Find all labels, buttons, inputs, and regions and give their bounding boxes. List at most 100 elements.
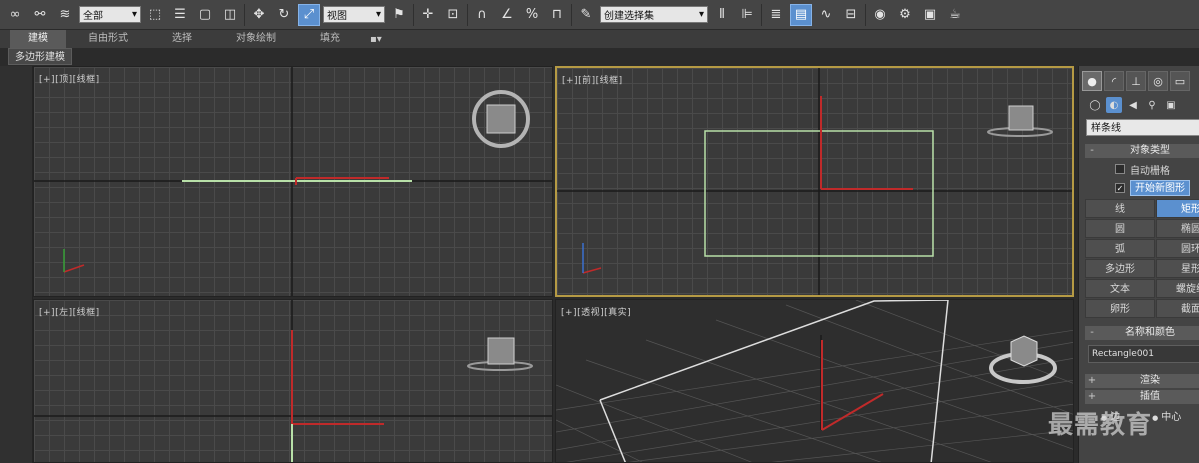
shape-category-dropdown[interactable]: 样条线 <box>1086 119 1199 136</box>
rect-selection-region-icon[interactable]: ▢ <box>194 4 216 26</box>
create-tab-icon[interactable]: ● <box>1082 71 1102 91</box>
render-setup-icon[interactable]: ⚙ <box>894 4 916 26</box>
rollout-title: 渲染 <box>1140 375 1160 386</box>
shape-button-arc[interactable]: 弧 <box>1085 239 1155 258</box>
scale-icon[interactable]: ⤢ <box>298 3 320 26</box>
select-by-name-icon[interactable]: ☰ <box>169 4 191 26</box>
named-selection-dropdown[interactable]: 创建选择集 ▾ <box>600 6 708 23</box>
select-manipulate-icon[interactable]: ✛ <box>417 4 439 26</box>
shape-button-egg[interactable]: 卵形 <box>1085 299 1155 318</box>
shape-button-line[interactable]: 线 <box>1085 199 1155 218</box>
viewport-label[interactable]: [+][前][线框] <box>562 73 623 86</box>
command-panel-tabs: ● ◜ ⊥ ◎ ▭ <box>1079 66 1199 91</box>
rollout-title: 名称和颜色 <box>1125 327 1175 338</box>
viewport-perspective[interactable]: [+][透视][真实] <box>555 299 1074 463</box>
tab-object-paint[interactable]: 对象绘制 <box>214 30 298 48</box>
viewport-left[interactable]: [+][左][线框] <box>33 299 553 463</box>
viewcube-icon[interactable] <box>1010 335 1038 367</box>
gizmo-x-axis[interactable] <box>821 393 884 431</box>
snaps-toggle-icon[interactable]: ∩ <box>471 4 493 26</box>
shape-button-star[interactable]: 星形 <box>1156 259 1199 278</box>
viewcube-icon[interactable] <box>487 337 515 365</box>
move-icon[interactable]: ✥ <box>248 4 270 26</box>
rotate-icon[interactable]: ↻ <box>273 4 295 26</box>
viewport-label[interactable]: [+][顶][线框] <box>39 72 100 85</box>
shapes-icon[interactable]: ◐ <box>1106 97 1122 113</box>
polygon-modeling-panel[interactable]: 多边形建模 <box>8 48 72 65</box>
viewport-top[interactable]: [+][顶][线框] <box>33 66 553 297</box>
toolbar-divider <box>865 3 866 26</box>
schematic-view-icon[interactable]: ⊟ <box>840 4 862 26</box>
collapse-icon: - <box>1090 327 1094 338</box>
autogrid-label: 自动栅格 <box>1130 165 1170 177</box>
tab-modeling[interactable]: 建模 <box>10 30 66 48</box>
radio-center[interactable]: 中心 <box>1152 408 1181 423</box>
reference-coord-value: 视图 <box>327 11 347 22</box>
autogrid-option[interactable]: 自动栅格 <box>1115 161 1199 177</box>
window-crossing-icon[interactable]: ◫ <box>219 4 241 26</box>
object-name-input[interactable]: Rectangle001 <box>1088 345 1199 363</box>
graphite-ribbon-icon[interactable]: ▤ <box>790 3 812 26</box>
render-production-icon[interactable]: ☕ <box>944 4 966 26</box>
reference-coord-dropdown[interactable]: 视图 ▾ <box>323 6 385 23</box>
shape-button-text[interactable]: 文本 <box>1085 279 1155 298</box>
watermark: 最需教育 <box>1048 410 1153 439</box>
edit-named-selection-icon[interactable]: ✎ <box>575 4 597 26</box>
select-object-icon[interactable]: ⬚ <box>144 4 166 26</box>
percent-snap-icon[interactable]: % <box>521 4 543 26</box>
autogrid-checkbox[interactable] <box>1115 164 1125 174</box>
shape-button-ngon[interactable]: 多边形 <box>1085 259 1155 278</box>
curve-editor-icon[interactable]: ∿ <box>815 4 837 26</box>
toolbar-divider <box>571 3 572 26</box>
keyboard-shortcut-icon[interactable]: ⊡ <box>442 4 464 26</box>
tab-populate[interactable]: 填充 <box>298 30 362 48</box>
display-tab-icon[interactable]: ▭ <box>1170 71 1190 91</box>
shape-button-helix[interactable]: 螺旋线 <box>1156 279 1199 298</box>
lights-icon[interactable]: ◀ <box>1125 97 1141 113</box>
name-and-color-rollout[interactable]: - 名称和颜色 <box>1085 326 1199 340</box>
hierarchy-tab-icon[interactable]: ⊥ <box>1126 71 1146 91</box>
rectangle-shape-edge[interactable] <box>599 399 626 463</box>
shape-button-donut[interactable]: 圆环 <box>1156 239 1199 258</box>
start-new-shape-button[interactable]: 开始新图形 <box>1130 180 1190 196</box>
tab-selection[interactable]: 选择 <box>150 30 214 48</box>
ribbon-options-icon[interactable]: ▪▾ <box>362 34 390 45</box>
material-editor-icon[interactable]: ◉ <box>869 4 891 26</box>
shape-button-ellipse[interactable]: 椭圆 <box>1156 219 1199 238</box>
selection-filter-dropdown[interactable]: 全部 ▾ <box>79 6 141 23</box>
angle-snap-icon[interactable]: ∠ <box>496 4 518 26</box>
bind-space-warp-icon[interactable]: ≋ <box>54 4 76 26</box>
viewport-label[interactable]: [+][透视][真实] <box>561 305 631 318</box>
start-new-shape-checkbox[interactable]: ✓ <box>1115 183 1125 193</box>
interpolation-rollout[interactable]: + 插值 <box>1085 390 1199 404</box>
motion-tab-icon[interactable]: ◎ <box>1148 71 1168 91</box>
modify-tab-icon[interactable]: ◜ <box>1104 71 1124 91</box>
geometry-icon[interactable]: ◯ <box>1087 97 1103 113</box>
unlink-icon[interactable]: ⚯ <box>29 4 51 26</box>
rectangle-shape[interactable] <box>599 300 949 463</box>
viewport-front-canvas <box>557 68 1072 295</box>
shape-button-rectangle[interactable]: 矩形 <box>1156 199 1199 218</box>
toolbar-divider <box>467 3 468 26</box>
tab-freeform[interactable]: 自由形式 <box>66 30 150 48</box>
shape-button-section[interactable]: 截面 <box>1156 299 1199 318</box>
helpers-icon[interactable]: ▣ <box>1163 97 1179 113</box>
mirror-icon[interactable]: ⫴ <box>711 4 733 26</box>
object-type-rollout[interactable]: - 对象类型 <box>1085 144 1199 158</box>
rendered-frame-icon[interactable]: ▣ <box>919 4 941 26</box>
viewport-label[interactable]: [+][左][线框] <box>39 305 100 318</box>
shape-buttons-grid: 线 矩形 圆 椭圆 弧 圆环 多边形 星形 文本 螺旋线 卵形 截面 <box>1085 199 1199 318</box>
viewport-front[interactable]: [+][前][线框] <box>555 66 1074 297</box>
viewcube-icon[interactable] <box>1008 105 1034 131</box>
start-new-shape-option[interactable]: ✓ 开始新图形 <box>1115 180 1199 196</box>
align-icon[interactable]: ⊫ <box>736 4 758 26</box>
layer-manager-icon[interactable]: ≣ <box>765 4 787 26</box>
pivot-center-icon[interactable]: ⚑ <box>388 4 410 26</box>
link-icon[interactable]: ∞ <box>4 4 26 26</box>
create-category-tabs: ◯ ◐ ◀ ⚲ ▣ <box>1079 91 1199 113</box>
shape-button-circle[interactable]: 圆 <box>1085 219 1155 238</box>
rendering-rollout[interactable]: + 渲染 <box>1085 374 1199 388</box>
spinner-snap-icon[interactable]: ⊓ <box>546 4 568 26</box>
viewcube-icon[interactable] <box>486 104 516 134</box>
cameras-icon[interactable]: ⚲ <box>1144 97 1160 113</box>
